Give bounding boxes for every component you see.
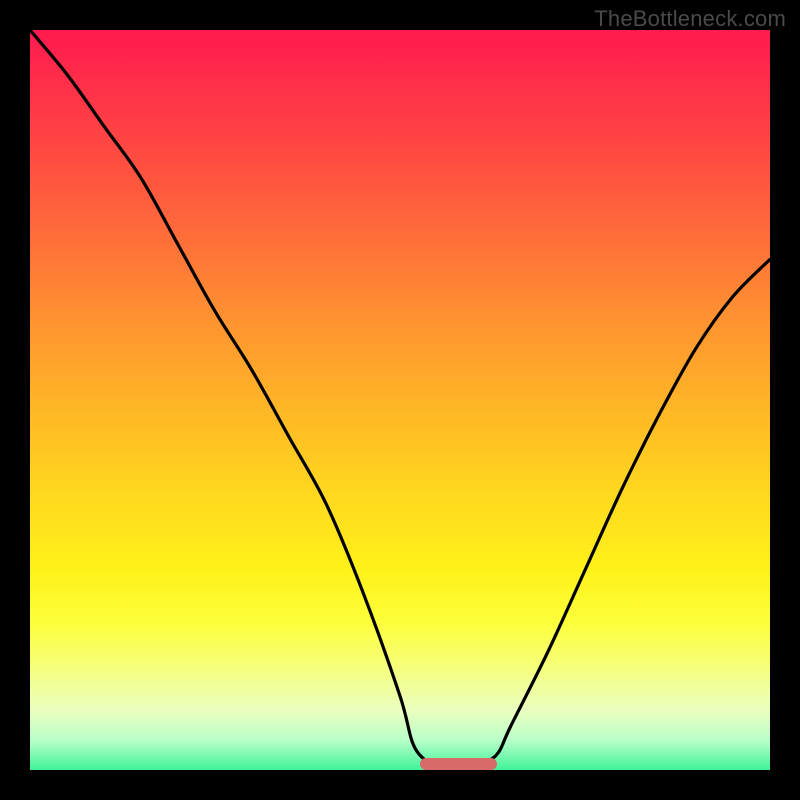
plot-area	[30, 30, 770, 770]
bottleneck-curve	[30, 30, 770, 770]
watermark-text: TheBottleneck.com	[594, 6, 786, 32]
optimal-range-marker	[420, 758, 497, 770]
chart-frame: TheBottleneck.com	[0, 0, 800, 800]
